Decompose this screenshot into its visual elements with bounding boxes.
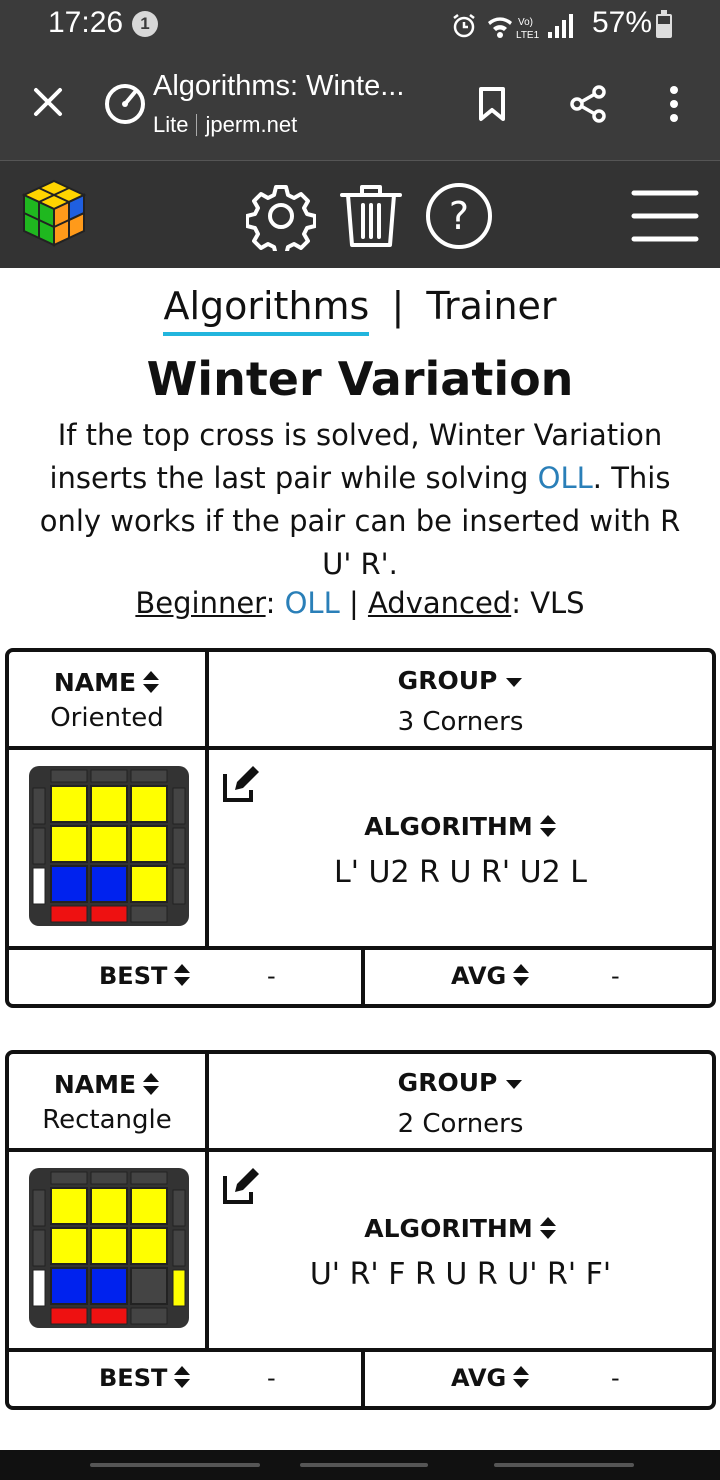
case-image-cell [9,1152,209,1352]
edit-icon[interactable] [221,764,261,804]
avg-cell: AVG - [365,1352,712,1406]
help-icon[interactable]: ? [424,181,494,251]
algorithm-sort-header[interactable]: ALGORITHM [209,1214,712,1243]
sort-icon [513,1366,530,1388]
beginner-oll-link[interactable]: OLL [285,586,340,620]
avg-time: - [611,962,620,990]
algorithm-text[interactable]: L' U2 R U R' U2 L [209,855,712,890]
browser-toolbar: Algorithms: Winte... Lite jperm.net [0,50,720,160]
settings-gear-icon[interactable] [246,181,316,251]
algorithm-sort-header[interactable]: ALGORITHM [209,812,712,841]
nav-back-pill[interactable] [494,1463,634,1467]
battery-percent: 57% [592,6,653,39]
algorithm-cell: ALGORITHM U' R' F R U R U' R' F' [209,1152,712,1352]
dropdown-icon [506,678,523,687]
cube-case-image [29,1168,189,1328]
more-options-icon[interactable] [660,84,688,124]
edit-icon[interactable] [221,1166,261,1206]
alarm-icon [453,14,475,38]
best-sort-header[interactable]: BEST [99,1364,191,1392]
sort-icon [143,671,160,693]
group-filter-header[interactable]: GROUP [209,1068,712,1097]
name-cell: NAME Oriented [9,652,209,750]
tab-algorithms[interactable]: Algorithms [163,284,370,336]
best-sort-header[interactable]: BEST [99,962,191,990]
bookmark-icon[interactable] [476,86,508,122]
best-time: - [267,1364,276,1392]
level-separator: | [348,586,359,620]
cube-logo-icon[interactable] [18,177,90,249]
name-cell: NAME Rectangle [9,1054,209,1152]
site-header: ? [0,160,720,268]
browser-url-row[interactable]: Lite jperm.net [153,112,297,138]
view-tabs: Algorithms | Trainer [0,284,720,336]
status-bar: 17:26 1 Vo) LTE1 57% [0,0,720,50]
status-icons: Vo) LTE1 [453,14,573,40]
tab-separator: | [391,284,405,328]
nav-recents-pill[interactable] [90,1463,260,1467]
oll-link[interactable]: OLL [538,461,593,495]
case-name: Rectangle [42,1105,172,1135]
lite-mode-icon[interactable] [103,82,147,126]
nav-home-pill[interactable] [300,1463,428,1467]
group-filter-header[interactable]: GROUP [209,666,712,695]
tab-trainer[interactable]: Trainer [426,284,556,328]
advanced-value: : VLS [511,586,585,620]
case-image-cell [9,750,209,950]
algorithm-card: NAME Rectangle GROUP 2 Corners ALGORITHM… [5,1050,716,1410]
sort-icon [539,1217,556,1239]
cube-case-image [29,766,189,926]
best-cell: BEST - [9,1352,365,1406]
browser-page-title[interactable]: Algorithms: Winte... [153,70,404,103]
avg-sort-header[interactable]: AVG [451,1364,530,1392]
domain-label: jperm.net [205,112,298,137]
level-links: Beginner: OLL | Advanced: VLS [135,586,585,620]
volte-icon: Vo) [518,17,533,28]
wifi-icon [488,17,512,38]
beginner-label: Beginner [135,586,266,620]
page-description: If the top cross is solved, Winter Varia… [30,414,690,586]
group-cell: GROUP 3 Corners [209,652,712,750]
share-icon[interactable] [568,84,608,124]
dropdown-icon [506,1080,523,1089]
case-name: Oriented [50,703,164,733]
svg-text:LTE1: LTE1 [516,30,540,40]
group-cell: GROUP 2 Corners [209,1054,712,1152]
best-cell: BEST - [9,950,365,1004]
algorithm-card: NAME Oriented GROUP 3 Corners ALGORITHM … [5,648,716,1008]
close-icon[interactable] [30,84,66,120]
sort-icon [174,964,191,986]
avg-time: - [611,1364,620,1392]
lite-label: Lite [153,112,189,137]
sort-icon [143,1073,160,1095]
notification-count-badge: 1 [132,11,158,37]
case-group: 3 Corners [397,707,524,737]
algorithm-cell: ALGORITHM L' U2 R U R' U2 L [209,750,712,950]
sort-icon [174,1366,191,1388]
battery-icon [656,10,672,38]
page-title: Winter Variation [146,352,574,406]
sort-icon [539,815,556,837]
trash-icon[interactable] [336,181,406,251]
svg-text:?: ? [449,194,469,238]
advanced-label: Advanced [367,586,512,620]
best-time: - [267,962,276,990]
system-navigation-bar [0,1450,720,1480]
hamburger-menu-icon[interactable] [630,181,700,251]
case-group: 2 Corners [397,1109,524,1139]
name-sort-header[interactable]: NAME [9,1070,205,1099]
name-sort-header[interactable]: NAME [9,668,205,697]
avg-cell: AVG - [365,950,712,1004]
avg-sort-header[interactable]: AVG [451,962,530,990]
status-time: 17:26 [48,6,124,39]
algorithm-text[interactable]: U' R' F R U R U' R' F' [209,1257,712,1292]
sort-icon [513,964,530,986]
signal-icon [548,14,573,38]
